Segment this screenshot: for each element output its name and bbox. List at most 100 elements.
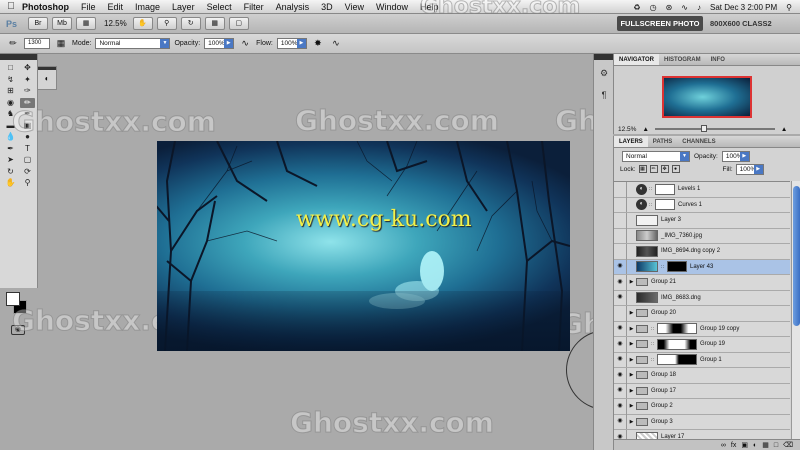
layer-style-icon[interactable]: fx — [731, 442, 736, 449]
layer-mask-thumbnail[interactable] — [657, 338, 697, 350]
layer-mask-thumbnail[interactable] — [657, 354, 697, 366]
tab-paths[interactable]: PATHS — [648, 136, 677, 147]
gradient-icon[interactable]: ▣ — [20, 121, 35, 132]
hand-tool-icon[interactable]: ✋ — [3, 178, 18, 189]
visibility-eye-icon[interactable]: ◉ — [614, 259, 627, 275]
visibility-eye-icon[interactable]: ◉ — [614, 414, 627, 430]
chain-link-icon[interactable]: ∷ — [651, 326, 656, 332]
menu-edit[interactable]: Edit — [108, 2, 124, 12]
layers-scrollbar[interactable] — [791, 181, 800, 439]
layer-row[interactable]: ◉ ▶ Group 18 — [614, 367, 790, 384]
expand-triangle-icon[interactable]: ▶ — [627, 419, 636, 425]
zoom-out-icon[interactable]: ▲ — [642, 126, 648, 133]
3d-rotate-icon[interactable]: ↻ — [3, 167, 18, 178]
delete-layer-icon[interactable]: ⌫ — [783, 441, 793, 449]
foreground-color-swatch[interactable] — [6, 292, 20, 306]
brush-size-picker[interactable]: 1300 — [24, 38, 50, 49]
mini-bridge-button[interactable]: Mb — [52, 17, 72, 30]
workspace-800x600[interactable]: 800X600 CLASS2 — [710, 16, 772, 31]
layer-mask-thumbnail[interactable] — [655, 199, 675, 211]
quick-select-icon[interactable]: ✦ — [20, 75, 35, 86]
visibility-eye-icon[interactable]: ◉ — [614, 398, 627, 414]
layer-row[interactable]: ▶ Group 20 — [614, 305, 790, 322]
layer-row[interactable]: ◉ ▶ ∷ Group 1 — [614, 352, 790, 368]
3d-orbit-icon[interactable]: ⟳ — [20, 167, 35, 178]
brush-panel-icon[interactable]: ▦ — [54, 37, 68, 50]
volume-icon[interactable]: ♪ — [697, 3, 701, 12]
layer-mask-thumbnail[interactable] — [655, 183, 675, 195]
chain-link-icon[interactable]: ∷ — [649, 186, 654, 192]
visibility-eye-icon[interactable]: ◉ — [614, 429, 627, 439]
visibility-eye-icon[interactable] — [614, 243, 627, 259]
search-icon[interactable]: ⚲ — [786, 3, 792, 12]
brush-tool-icon[interactable]: ✏ — [20, 97, 35, 108]
chain-link-icon[interactable]: ∷ — [651, 357, 656, 363]
link-layers-icon[interactable]: ∞ — [721, 442, 726, 449]
app-menu[interactable]: Photoshop — [22, 2, 69, 12]
scrollbar-thumb[interactable] — [793, 186, 800, 326]
launch-bridge-button[interactable]: Br — [28, 17, 48, 30]
sync-icon[interactable]: ♻ — [633, 3, 640, 12]
menu-3d[interactable]: 3D — [321, 2, 333, 12]
quick-mask-icon[interactable]: ◉ — [11, 325, 25, 335]
adjustments-icon[interactable]: ⚙ — [595, 64, 613, 82]
layer-thumbnail[interactable] — [636, 261, 658, 273]
layer-row[interactable]: ◉ Layer 17 — [614, 429, 790, 439]
navigator-preview[interactable] — [662, 76, 752, 118]
visibility-eye-icon[interactable]: ◉ — [614, 367, 627, 383]
zoom-tool-button[interactable]: ⚲ — [156, 17, 177, 30]
layer-row[interactable]: ◉ ▶ Group 3 — [614, 414, 790, 430]
bluetooth-icon[interactable]: ⊛ — [666, 3, 673, 12]
layer-row[interactable]: ◉ ∷ Layer 43 — [614, 259, 790, 275]
tab-histogram[interactable]: HISTOGRAM — [659, 54, 706, 65]
pen-tool-icon[interactable]: ✒ — [3, 144, 18, 155]
menu-file[interactable]: File — [81, 2, 96, 12]
visibility-eye-icon[interactable]: ◉ — [614, 290, 627, 306]
clock[interactable]: Sat Dec 3 2:00 PM — [710, 3, 777, 12]
layer-thumbnail[interactable] — [636, 230, 658, 242]
opacity-field[interactable]: 100% ▶ — [204, 38, 235, 49]
apple-icon[interactable]:  — [0, 1, 22, 12]
layer-row[interactable]: ◐ ∷ Curves 1 — [614, 197, 790, 213]
visibility-eye-icon[interactable]: ◉ — [614, 352, 627, 368]
layer-thumbnail[interactable] — [636, 431, 658, 439]
flow-field[interactable]: 100% ▶ — [276, 38, 307, 49]
expand-triangle-icon[interactable]: ▶ — [627, 341, 636, 347]
crop-tool-icon[interactable]: ⊞ — [3, 86, 18, 97]
timemachine-icon[interactable]: ◷ — [650, 3, 657, 12]
rotate-view-button[interactable]: ↻ — [180, 17, 201, 30]
add-mask-icon[interactable]: ▣ — [741, 441, 748, 449]
wifi-icon[interactable]: ∿ — [681, 3, 688, 12]
layer-row[interactable]: ◉ ▶ ∷ Group 19 — [614, 336, 790, 353]
workspace-fullscreen-photo[interactable]: FULLSCREEN PHOTO — [617, 16, 703, 31]
spot-healing-icon[interactable]: ◉ — [3, 98, 18, 109]
layer-row[interactable]: ◉ ▶ Group 21 — [614, 274, 790, 291]
arrange-docs-button[interactable]: ▦ — [204, 17, 225, 30]
extras-button[interactable]: ▦ — [76, 17, 96, 30]
layer-row[interactable]: ◉ IMG_8683.dng — [614, 290, 790, 306]
visibility-eye-icon[interactable]: ◉ — [614, 383, 627, 399]
zoom-tool-icon[interactable]: ⚲ — [20, 178, 35, 189]
visibility-eye-icon[interactable] — [614, 182, 627, 197]
lasso-tool-icon[interactable]: ↯ — [3, 75, 18, 86]
eraser-icon[interactable]: ▬ — [3, 121, 18, 132]
visibility-eye-icon[interactable] — [614, 212, 627, 228]
expand-triangle-icon[interactable]: ▶ — [627, 403, 636, 409]
menu-help[interactable]: Help — [420, 2, 439, 12]
document-canvas[interactable]: www.cg-ku.com — [157, 141, 570, 351]
layer-row[interactable]: ◉ ▶ Group 17 — [614, 383, 790, 399]
screen-mode-button[interactable]: ▢ — [228, 17, 249, 30]
zoom-level[interactable]: 12.5% — [104, 19, 127, 28]
dodge-tool-icon[interactable]: ● — [20, 132, 35, 143]
lock-pixels-icon[interactable]: ✏ — [649, 165, 658, 173]
tab-layers[interactable]: LAYERS — [614, 136, 648, 147]
layer-mask-thumbnail[interactable] — [657, 323, 697, 335]
chain-link-icon[interactable]: ∷ — [651, 341, 656, 347]
lock-position-icon[interactable]: ✥ — [660, 165, 669, 173]
menu-select[interactable]: Select — [207, 2, 232, 12]
fill-field[interactable]: 100% ▶ — [735, 163, 764, 175]
hand-tool-button[interactable]: ✋ — [132, 17, 153, 30]
mode-select[interactable]: Normal ▼ — [95, 38, 171, 49]
tab-navigator[interactable]: NAVIGATOR — [614, 54, 660, 65]
brush-presets-icon[interactable]: ◐ — [38, 70, 56, 88]
